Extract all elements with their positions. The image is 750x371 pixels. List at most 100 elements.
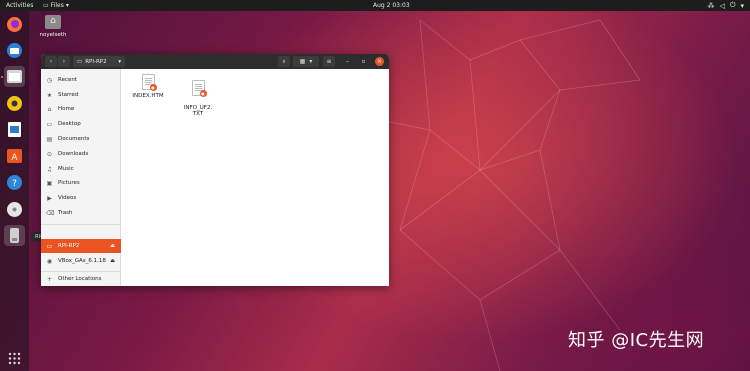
sidebar-item-pictures[interactable]: ▣ Pictures: [41, 176, 121, 190]
minimize-icon: –: [346, 58, 349, 65]
top-bar: Activities ▭ Files ▾ Aug 2 03:03 ⁂ ◁ ⏻ ▾: [0, 0, 750, 11]
sidebar-item-label: RPI-RP2: [58, 243, 80, 249]
clock[interactable]: Aug 2 03:03: [373, 2, 410, 9]
sidebar-item-documents[interactable]: ▤ Documents: [41, 132, 121, 146]
file-name: INFO_UF2. TXT: [183, 105, 213, 117]
sidebar-item-label: Home: [58, 106, 75, 112]
chevron-right-icon: ›: [62, 58, 66, 65]
plus-icon: +: [46, 275, 53, 283]
sidebar-item-downloads[interactable]: ⊙ Downloads: [41, 147, 121, 161]
sidebar-item-label: Music: [58, 166, 74, 172]
sidebar-item-rpi-rp2[interactable]: ▭ RPI-RP2 ⏏: [41, 239, 121, 253]
eject-icon[interactable]: ⏏: [110, 243, 115, 249]
minimize-button[interactable]: –: [343, 57, 352, 66]
hamburger-icon: ≡: [326, 58, 332, 65]
forward-button[interactable]: ›: [58, 56, 70, 67]
ubuntu-software-icon: A: [7, 149, 22, 163]
watermark: 知乎 @IC先生网: [568, 330, 705, 351]
menu-button[interactable]: ≡: [323, 56, 335, 67]
close-button[interactable]: ×: [375, 57, 384, 66]
sidebar-item-vbox[interactable]: ◉ VBox_GAs_6.1.18 ⏏: [41, 254, 121, 268]
search-icon: ⌕: [282, 57, 286, 65]
system-tray[interactable]: ⁂ ◁ ⏻ ▾: [708, 1, 744, 10]
dock: A ?: [0, 11, 29, 371]
path-label: RPI-RP2: [85, 58, 107, 65]
sidebar-item-label: Desktop: [58, 121, 81, 127]
grid-view-icon: ▦: [299, 58, 306, 65]
power-icon: ⏻: [729, 1, 736, 9]
show-applications-button[interactable]: [4, 348, 25, 369]
desktop-home-folder[interactable]: noyelseth: [38, 15, 68, 38]
sidebar-item-other-locations[interactable]: + Other Locations: [41, 272, 121, 286]
rhythmbox-icon: [7, 96, 22, 111]
app-menu[interactable]: ▭ Files ▾: [43, 2, 69, 9]
document-icon: ●: [141, 74, 157, 91]
file-name: INDEX.HTM: [132, 93, 164, 99]
sidebar-item-desktop[interactable]: ▭ Desktop: [41, 117, 121, 131]
optical-disc-icon: [7, 202, 22, 217]
view-options-button[interactable]: ▦ ▾: [293, 56, 319, 67]
desktop-icon: ▭: [46, 120, 53, 128]
document-icon: ●: [191, 80, 207, 97]
search-button[interactable]: ⌕: [278, 56, 290, 67]
sidebar: ◷ Recent ★ Starred ⌂ Home ▭ Desktop ▤ Documen…: [41, 69, 121, 286]
sidebar-item-music[interactable]: ♫ Music: [41, 162, 121, 176]
firefox-icon: [7, 17, 22, 32]
help-icon: ?: [7, 175, 22, 190]
chevron-down-icon: ▾: [65, 2, 69, 9]
network-icon: ⁂: [707, 1, 715, 10]
close-icon: ×: [376, 58, 383, 65]
sidebar-item-label: Trash: [58, 210, 73, 216]
sidebar-item-home[interactable]: ⌂ Home: [41, 102, 121, 116]
app-grid-icon: [8, 352, 21, 365]
software-launcher[interactable]: A: [4, 145, 25, 166]
sidebar-item-label: Pictures: [58, 180, 80, 186]
drive-icon: ▭: [77, 58, 83, 65]
documents-icon: ▤: [46, 135, 53, 143]
disc-launcher[interactable]: [4, 199, 25, 220]
files-app-icon: ▭: [43, 2, 49, 9]
help-launcher[interactable]: ?: [4, 172, 25, 193]
firefox-launcher[interactable]: [4, 14, 25, 35]
sidebar-item-starred[interactable]: ★ Starred: [41, 88, 121, 102]
app-menu-label: Files: [50, 2, 64, 9]
home-folder-icon: [45, 15, 61, 29]
writer-launcher[interactable]: [4, 119, 25, 140]
chevron-down-icon: ▾: [118, 58, 121, 65]
files-icon: [7, 70, 22, 83]
path-bar[interactable]: ▭ RPI-RP2 ▾: [73, 56, 125, 67]
thunderbird-launcher[interactable]: [4, 40, 25, 61]
chevron-down-icon: ▾: [309, 58, 313, 65]
sidebar-item-trash[interactable]: ⌫ Trash: [41, 206, 121, 220]
sidebar-item-label: Recent: [58, 77, 78, 83]
sidebar-item-videos[interactable]: ▶ Videos: [41, 191, 121, 205]
drive-icon: ▭: [46, 242, 53, 250]
sidebar-item-label: Other Locations: [58, 276, 102, 282]
back-button[interactable]: ‹: [45, 56, 57, 67]
writer-icon: [8, 122, 21, 137]
lock-icon: ●: [149, 84, 157, 91]
sidebar-divider: [41, 224, 121, 225]
pictures-icon: ▣: [46, 179, 53, 187]
eject-icon[interactable]: ⏏: [110, 258, 115, 264]
activities-button[interactable]: Activities: [6, 2, 33, 9]
usb-drive-icon: [10, 228, 19, 243]
sidebar-item-label: VBox_GAs_6.1.18: [58, 258, 106, 264]
sidebar-item-label: Documents: [58, 136, 90, 142]
volume-icon: ◁: [719, 1, 725, 10]
running-indicator: [1, 76, 3, 78]
rhythmbox-launcher[interactable]: [4, 93, 25, 114]
files-window: ‹ › ▭ RPI-RP2 ▾ ⌕ ▦ ▾ ≡ – ▫ × ◷ Recent ★ St…: [41, 54, 389, 286]
music-icon: ♫: [46, 165, 53, 173]
file-item[interactable]: ● INFO_UF2. TXT: [178, 74, 218, 117]
svg-text:A: A: [11, 153, 18, 163]
maximize-button[interactable]: ▫: [359, 57, 368, 66]
videos-icon: ▶: [47, 194, 52, 202]
file-item[interactable]: ● INDEX.HTM: [128, 74, 168, 99]
sidebar-item-recent[interactable]: ◷ Recent: [41, 73, 121, 87]
disc-icon: ◉: [46, 257, 53, 265]
usb-drive-launcher[interactable]: [4, 225, 25, 246]
maximize-icon: ▫: [361, 58, 366, 65]
files-launcher[interactable]: [4, 66, 25, 87]
desktop-icon-label: noyelseth: [39, 32, 67, 38]
